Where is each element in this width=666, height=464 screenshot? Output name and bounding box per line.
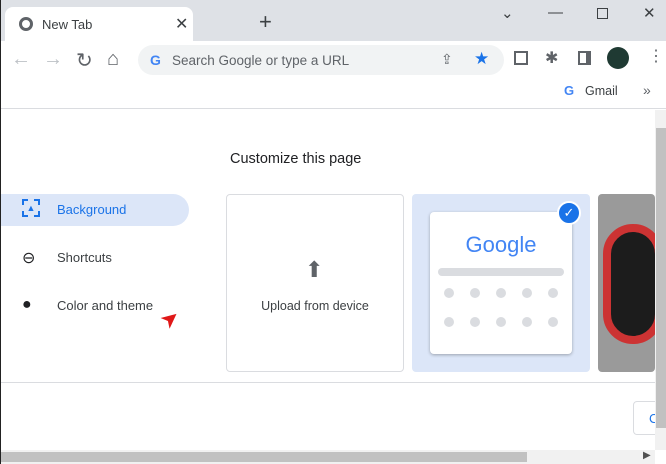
search-bar-preview: [438, 268, 564, 276]
sidebar-item-label: Color and theme: [57, 298, 154, 313]
omnibox[interactable]: G Search Google or type a URL ⇪ ★: [138, 45, 504, 75]
upload-label: Upload from device: [261, 299, 369, 313]
divider: [1, 382, 655, 383]
gmail-google-icon: G: [564, 83, 575, 98]
screenshot-icon[interactable]: [514, 51, 528, 65]
sidebar-item-background[interactable]: ▲ Background: [1, 194, 189, 226]
close-window-button[interactable]: ✕: [643, 4, 656, 22]
upload-from-device-card[interactable]: ⬆ Upload from device: [226, 194, 404, 372]
default-background-card[interactable]: Google ✓: [412, 194, 590, 372]
minimize-button[interactable]: —: [548, 4, 563, 21]
bookmarks-bar: G Gmail »: [1, 79, 666, 109]
new-tab-button[interactable]: +: [259, 9, 272, 35]
image-icon: ▲: [22, 199, 40, 217]
scroll-thumb[interactable]: [1, 452, 527, 462]
bookmark-star-icon[interactable]: ★: [474, 49, 489, 69]
link-icon: ⊖: [22, 250, 36, 267]
horizontal-scrollbar[interactable]: ▶: [1, 450, 655, 464]
home-button[interactable]: ⌂: [107, 48, 119, 71]
extensions-icon[interactable]: ✱: [545, 48, 558, 68]
close-tab-icon[interactable]: ✕: [175, 14, 188, 34]
sidebar-item-label: Shortcuts: [57, 250, 112, 265]
palette-icon: ●: [22, 296, 32, 313]
share-icon[interactable]: ⇪: [441, 51, 453, 68]
bookmarks-overflow[interactable]: »: [643, 82, 651, 98]
side-panel-icon[interactable]: [578, 51, 591, 65]
gmail-bookmark[interactable]: Gmail: [585, 84, 618, 98]
collection-thumbnail: [603, 224, 655, 344]
customize-dialog: Customize this page ▲ Background ⊖ Short…: [1, 110, 663, 450]
upload-icon: ⬆: [305, 257, 324, 282]
selected-check-icon: ✓: [557, 201, 581, 225]
google-logo: Google: [465, 232, 537, 257]
tab-new-tab[interactable]: New Tab ✕: [5, 7, 193, 41]
tab-search-icon[interactable]: ⌄: [501, 4, 514, 22]
tab-strip: New Tab ✕ + ⌄ — ✕: [1, 0, 666, 41]
reload-button[interactable]: ↻: [76, 48, 93, 73]
vertical-scrollbar[interactable]: [655, 110, 666, 450]
chrome-icon: [19, 17, 33, 31]
page-title: Customize this page: [230, 151, 362, 167]
sidebar-item-label: Background: [57, 202, 127, 217]
omnibox-placeholder: Search Google or type a URL: [172, 53, 350, 68]
scroll-thumb[interactable]: [656, 128, 666, 428]
scroll-right-arrow[interactable]: ▶: [643, 450, 651, 461]
tab-title: New Tab: [42, 17, 93, 32]
menu-icon[interactable]: ⋮: [648, 46, 664, 66]
art-collection-card[interactable]: [598, 194, 655, 372]
back-button[interactable]: ←: [11, 48, 31, 71]
sidebar-item-shortcuts[interactable]: ⊖ Shortcuts: [1, 242, 189, 274]
toolbar: ← → ↻ ⌂ G Search Google or type a URL ⇪ …: [1, 41, 666, 79]
avatar[interactable]: [607, 47, 629, 69]
maximize-button[interactable]: [597, 8, 608, 19]
forward-button[interactable]: →: [43, 48, 63, 71]
google-g-icon: G: [150, 52, 161, 68]
